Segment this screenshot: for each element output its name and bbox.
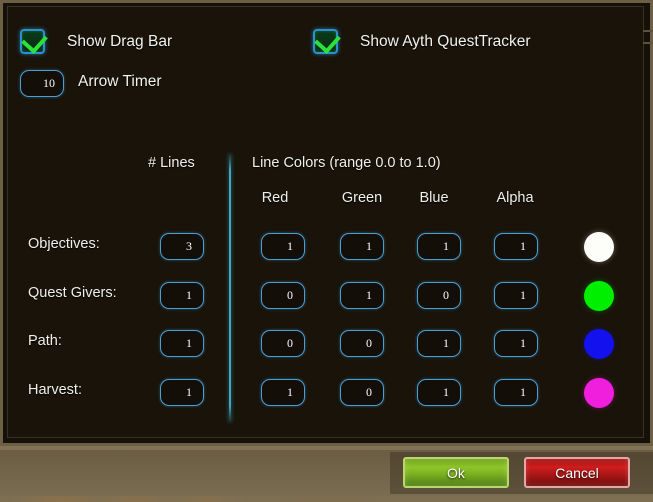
- objectives-lines-input[interactable]: 3: [160, 233, 204, 260]
- checkmark-icon: [314, 27, 341, 54]
- quest-givers-green-input[interactable]: 1: [340, 282, 384, 309]
- path-blue-input[interactable]: 1: [417, 330, 461, 357]
- path-green-input[interactable]: 0: [340, 330, 384, 357]
- column-header-alpha: Alpha: [496, 190, 534, 206]
- objectives-color-swatch: [584, 232, 614, 262]
- settings-dialog-frame: Show Drag Bar Show Ayth QuestTracker 10 …: [0, 0, 653, 446]
- checkbox-checked-icon[interactable]: [313, 27, 341, 54]
- column-header-blue: Blue: [419, 190, 449, 206]
- row-label-objectives: Objectives:: [28, 236, 100, 252]
- objectives-green-input[interactable]: 1: [340, 233, 384, 260]
- column-header-green: Green: [341, 190, 383, 206]
- objectives-alpha-input[interactable]: 1: [494, 233, 538, 260]
- arrow-timer-input[interactable]: 10: [20, 70, 64, 97]
- path-color-swatch: [584, 329, 614, 359]
- header-num-lines: # Lines: [148, 155, 195, 171]
- quest-givers-lines-input[interactable]: 1: [160, 282, 204, 309]
- quest-givers-alpha-input[interactable]: 1: [494, 282, 538, 309]
- checkbox-checked-icon[interactable]: [20, 27, 48, 54]
- arrow-timer-label: Arrow Timer: [78, 73, 162, 90]
- quest-givers-blue-input[interactable]: 0: [417, 282, 461, 309]
- row-label-harvest: Harvest:: [28, 382, 82, 398]
- frame-notch-upper: [643, 30, 653, 32]
- path-lines-input[interactable]: 1: [160, 330, 204, 357]
- harvest-blue-input[interactable]: 1: [417, 379, 461, 406]
- path-red-input[interactable]: 0: [261, 330, 305, 357]
- column-header-red: Red: [261, 190, 289, 206]
- cancel-button[interactable]: Cancel: [524, 457, 630, 488]
- path-alpha-input[interactable]: 1: [494, 330, 538, 357]
- ok-button[interactable]: Ok: [403, 457, 509, 488]
- frame-notch-lower: [643, 42, 653, 44]
- harvest-alpha-input[interactable]: 1: [494, 379, 538, 406]
- header-line-colors: Line Colors (range 0.0 to 1.0): [252, 155, 441, 171]
- toggle-show-drag-bar[interactable]: Show Drag Bar: [20, 27, 173, 54]
- harvest-green-input[interactable]: 0: [340, 379, 384, 406]
- settings-dialog-panel: Show Drag Bar Show Ayth QuestTracker 10 …: [7, 6, 644, 438]
- checkmark-icon: [21, 27, 48, 54]
- row-label-path: Path:: [28, 333, 62, 349]
- row-label-quest-givers: Quest Givers:: [28, 285, 117, 301]
- section-divider: [229, 154, 231, 422]
- toggle-show-drag-bar-label: Show Drag Bar: [67, 32, 173, 50]
- harvest-lines-input[interactable]: 1: [160, 379, 204, 406]
- toggle-show-ayth-questtracker-label: Show Ayth QuestTracker: [360, 32, 531, 50]
- quest-givers-red-input[interactable]: 0: [261, 282, 305, 309]
- harvest-color-swatch: [584, 378, 614, 408]
- quest-givers-color-swatch: [584, 281, 614, 311]
- objectives-red-input[interactable]: 1: [261, 233, 305, 260]
- harvest-red-input[interactable]: 1: [261, 379, 305, 406]
- game-settings-window: Show Drag Bar Show Ayth QuestTracker 10 …: [0, 0, 653, 502]
- objectives-blue-input[interactable]: 1: [417, 233, 461, 260]
- toggle-show-ayth-questtracker[interactable]: Show Ayth QuestTracker: [313, 27, 531, 54]
